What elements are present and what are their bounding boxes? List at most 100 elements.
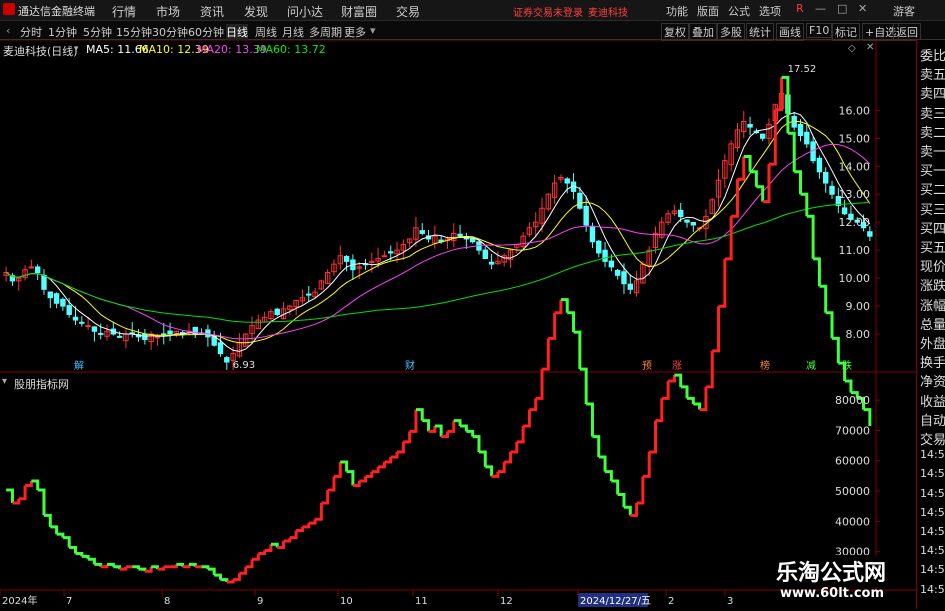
maximize-icon[interactable]: □ [837, 2, 847, 15]
tab-15min[interactable]: 15分钟 [116, 24, 152, 40]
indicator-step [825, 311, 834, 339]
indicator-step [472, 435, 481, 453]
tab-daily[interactable]: 日线 [226, 24, 248, 40]
candle-body [608, 260, 615, 268]
event-marker: 预 [642, 360, 652, 372]
toolbar-left-arrow-icon[interactable]: ‹ [6, 24, 10, 37]
candle-body [596, 240, 602, 254]
menu-wenxiaoda[interactable]: 问小达 [287, 3, 323, 20]
indicator-step [214, 573, 222, 580]
candle-body [217, 342, 224, 355]
candle-body [841, 207, 848, 215]
side-panel-item: 现价 [920, 260, 945, 276]
price-tick-label: 16.00 [839, 104, 871, 117]
btn-biaoji[interactable]: 标记 [832, 23, 860, 41]
side-panel-item: 买一 [920, 164, 945, 180]
btn-tongji[interactable]: 统计 [746, 23, 774, 41]
close-icon[interactable]: ✕ [858, 2, 867, 15]
user-guest[interactable]: 游客 [893, 3, 915, 19]
indicator-step [252, 553, 260, 561]
event-marker: 减 [806, 360, 816, 372]
menu-shichang[interactable]: 市场 [156, 3, 180, 20]
event-marker: 财 [405, 359, 415, 372]
btn-duogu[interactable]: 多股 [717, 23, 745, 41]
indicator-step [308, 519, 317, 525]
candle-body [816, 157, 823, 173]
menu-gongneng[interactable]: 功能 [666, 3, 688, 19]
btn-back[interactable]: 返回 [893, 23, 921, 41]
side-panel-item: 14:56 [920, 448, 945, 462]
side-panel-item: 买五 [920, 241, 945, 256]
indicator-step [598, 455, 607, 472]
candle-body [621, 271, 627, 285]
tab-fenshi[interactable]: 分时 [20, 24, 42, 40]
indicator-step [668, 375, 676, 383]
btn-fuquan[interactable]: 复权 [661, 23, 689, 41]
price-tick-label: 12.00 [839, 216, 871, 229]
menu-gongshi[interactable]: 公式 [728, 3, 750, 19]
candle-body [690, 222, 697, 226]
more-chevron-icon[interactable]: ▾ [370, 24, 376, 37]
indicator-step [138, 567, 147, 572]
r-icon[interactable]: R [796, 2, 804, 15]
btn-diejia[interactable]: 叠加 [689, 23, 717, 41]
candle-body [627, 283, 633, 290]
menu-hangqing[interactable]: 行情 [112, 3, 136, 20]
menu-banmian[interactable]: 版面 [697, 3, 719, 19]
tab-weekly[interactable]: 周线 [255, 24, 277, 40]
candle-body [66, 305, 72, 315]
kline-chart-svg[interactable]: 解财预涨榜减跌 8.009.0010.0011.0012.0013.0014.0… [0, 39, 916, 608]
indicator-tick-label: 70000 [835, 424, 870, 437]
candle-body [47, 291, 53, 299]
mini-close-icon[interactable]: ✕ [866, 42, 874, 53]
tab-1min[interactable]: 1分钟 [48, 24, 77, 40]
trade-login-warning[interactable]: 证券交易未登录 [513, 4, 583, 19]
candle-body [60, 298, 66, 307]
menu-xuanxiang[interactable]: 选项 [759, 3, 781, 19]
indicator-step [321, 490, 330, 505]
candle-body [589, 225, 596, 243]
candle-body [224, 357, 230, 363]
indicator-tick-label: 60000 [835, 455, 870, 468]
menu-caifuquan[interactable]: 财富圈 [341, 3, 377, 20]
minimize-icon[interactable]: — [815, 2, 826, 15]
tab-30min[interactable]: 30分钟 [152, 24, 188, 40]
indicator-step [75, 552, 84, 557]
candle-body [602, 249, 608, 262]
ma-chevron-icon[interactable]: ▾ [74, 44, 79, 54]
candle-body [577, 192, 583, 209]
btn-huaxian[interactable]: 画线 [776, 23, 804, 41]
side-panel-item: 换手 [920, 356, 945, 372]
ma60-line [5, 201, 870, 323]
indicator-step [69, 545, 77, 554]
menu-jiaoyi[interactable]: 交易 [396, 3, 420, 20]
tab-5min[interactable]: 5分钟 [83, 24, 112, 40]
candle-body [797, 123, 804, 137]
btn-f10[interactable]: F10 [806, 23, 833, 38]
time-axis-label: 10 [340, 596, 353, 607]
candle-body [829, 185, 835, 195]
tab-multi-period[interactable]: 多周期 [309, 24, 342, 40]
candle-body [482, 249, 488, 260]
side-panel-item: 14:56 [920, 582, 945, 596]
tab-60min[interactable]: 60分钟 [188, 24, 224, 40]
tab-more[interactable]: 更多 [344, 24, 366, 40]
side-panel-item: 卖四 [920, 87, 945, 103]
chart-area[interactable]: 解财预涨榜减跌 8.00 9.00 10.00 11.00 12.00 13.00 14.0… [0, 39, 916, 608]
indicator-chevron-icon[interactable]: ▾ [2, 376, 7, 387]
menu-faxian[interactable]: 发现 [244, 3, 268, 20]
menu-zixun[interactable]: 资讯 [200, 3, 224, 20]
candle-body [85, 325, 91, 328]
side-panel-item: 买四 [920, 221, 945, 237]
tab-monthly[interactable]: 月线 [282, 24, 304, 40]
candle-body [457, 233, 463, 237]
indicator-step [359, 476, 367, 483]
diamond-icon[interactable]: ◇ [848, 43, 856, 54]
side-panel-item: 14:56 [920, 544, 945, 558]
indicator-step [636, 476, 645, 505]
current-stock-name: 麦迪科技 [588, 8, 628, 19]
indicator-step [264, 544, 273, 553]
side-panel-item: 14:56 [920, 486, 945, 500]
indicator-step [586, 402, 594, 437]
indicator-step [88, 557, 96, 565]
